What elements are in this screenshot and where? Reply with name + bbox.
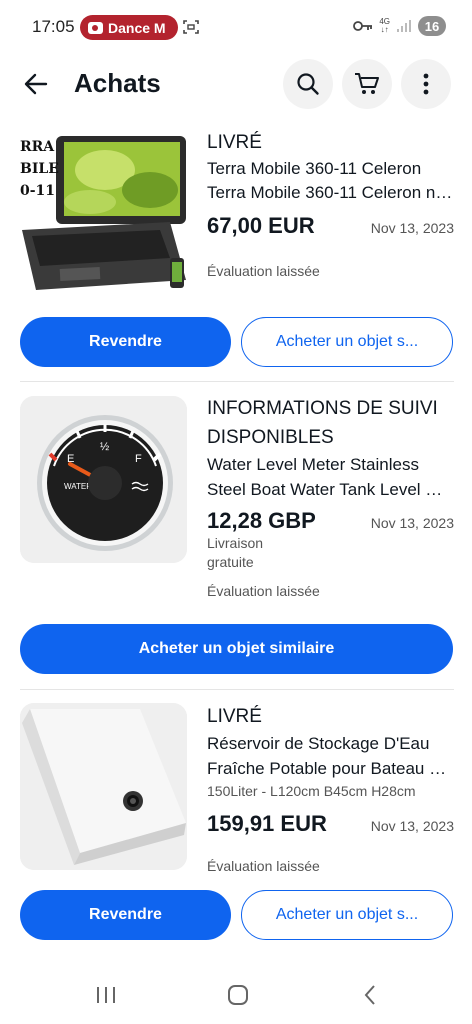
search-icon: [297, 73, 319, 95]
gauge-half-label: ½: [100, 441, 109, 453]
radio-icon: [88, 21, 103, 34]
buy-similar-button[interactable]: Acheter un objet s...: [241, 890, 453, 940]
signal-icon: [397, 20, 411, 32]
item-info: INFORMATIONS DE SUIVI DISPONIBLES Water …: [207, 394, 454, 601]
item-title-line2[interactable]: Fraîche Potable pour Bateau Camping: [207, 756, 454, 781]
search-button[interactable]: [283, 59, 333, 109]
item-price: 159,91 EUR: [207, 811, 327, 836]
item-info: LIVRÉ Réservoir de Stockage D'Eau Fraîch…: [207, 702, 454, 876]
buy-similar-button[interactable]: Acheter un objet s...: [241, 317, 453, 367]
order-status: INFORMATIONS DE SUIVI: [207, 398, 438, 419]
media-label: Dance M: [108, 19, 166, 36]
shipping-line1: Livraison: [207, 535, 264, 551]
screenshot-icon: [183, 20, 199, 34]
divider: [20, 689, 454, 690]
item-title-line[interactable]: Terra Mobile 360-11 Celeron: [207, 157, 454, 181]
item-title-line2[interactable]: Steel Boat Water Tank Level Gauge: [207, 477, 454, 502]
feedback-status: Évaluation laissée: [207, 858, 320, 874]
battery-badge: 16: [418, 16, 446, 36]
order-status: LIVRÉ: [207, 132, 262, 153]
back-nav-button[interactable]: [355, 982, 385, 1008]
gauge-water-label: WATER: [64, 482, 92, 491]
key-icon: [353, 21, 373, 31]
buy-similar-button[interactable]: Acheter un objet similaire: [20, 624, 453, 674]
status-bar: 17:05 Dance M 4G ↓↑ 16: [0, 0, 472, 56]
back-button[interactable]: [18, 66, 54, 102]
gauge-full-label: F: [135, 453, 142, 465]
purchase-date: Nov 13, 2023: [370, 515, 454, 531]
item-info: LIVRÉ Terra Mobile 360-11 Celeron Terra …: [207, 128, 454, 281]
price-row: 159,91 EUR Nov 13, 2023: [207, 811, 454, 837]
item-title[interactable]: Terra Mobile 360-11 Celeron n3010/ 4GB/ …: [207, 181, 454, 205]
item-price: 67,00 EUR: [207, 213, 315, 238]
item-title-line1[interactable]: Réservoir de Stockage D'Eau: [207, 731, 454, 756]
page-title: Achats: [74, 68, 161, 98]
cart-button[interactable]: [342, 59, 392, 109]
shipping-line2: gratuite: [207, 554, 254, 570]
recent-apps-button[interactable]: [91, 982, 121, 1008]
price-row: 67,00 EUR Nov 13, 2023: [207, 213, 454, 239]
back-arrow-icon: [24, 73, 48, 95]
app-header: Achats: [0, 56, 472, 112]
status-indicators: 4G ↓↑ 16: [353, 16, 446, 36]
tank-image: [20, 703, 187, 870]
more-options-button[interactable]: [401, 59, 451, 109]
price-row: 12,28 GBP Nov 13, 2023: [207, 508, 454, 534]
thumb-brand-text: RRA BILE 0-11: [20, 139, 59, 199]
item-price: 12,28 GBP: [207, 508, 316, 533]
gauge-image: E ½ F WATER: [20, 396, 187, 563]
more-vertical-icon: [423, 73, 429, 95]
resell-button[interactable]: Revendre: [20, 890, 231, 940]
recent-apps-icon: [97, 987, 115, 1003]
feedback-status: Évaluation laissée: [207, 263, 320, 279]
system-nav-bar: [0, 970, 472, 1020]
item-variant: 150Liter - L120cm B45cm H28cm: [207, 783, 416, 799]
media-notification-pill[interactable]: Dance M: [80, 15, 178, 40]
purchase-date: Nov 13, 2023: [370, 220, 454, 236]
order-status-line2: DISPONIBLES: [207, 427, 334, 448]
product-image-laptop[interactable]: RRA BILE 0-11: [20, 130, 187, 297]
feedback-status: Évaluation laissée: [207, 583, 320, 599]
status-time: 17:05: [32, 17, 75, 36]
order-status: LIVRÉ: [207, 706, 262, 727]
divider: [20, 381, 454, 382]
back-chevron-icon: [364, 985, 375, 1005]
resell-button[interactable]: Revendre: [20, 317, 231, 367]
cart-icon: [355, 73, 379, 94]
product-image-tank[interactable]: [20, 703, 187, 870]
network-type: 4G ↓↑: [379, 17, 390, 34]
home-icon: [228, 985, 248, 1005]
product-image-gauge[interactable]: E ½ F WATER: [20, 396, 187, 563]
purchase-date: Nov 13, 2023: [370, 818, 454, 834]
home-button[interactable]: [223, 982, 253, 1008]
item-title-line1[interactable]: Water Level Meter Stainless: [207, 452, 454, 477]
